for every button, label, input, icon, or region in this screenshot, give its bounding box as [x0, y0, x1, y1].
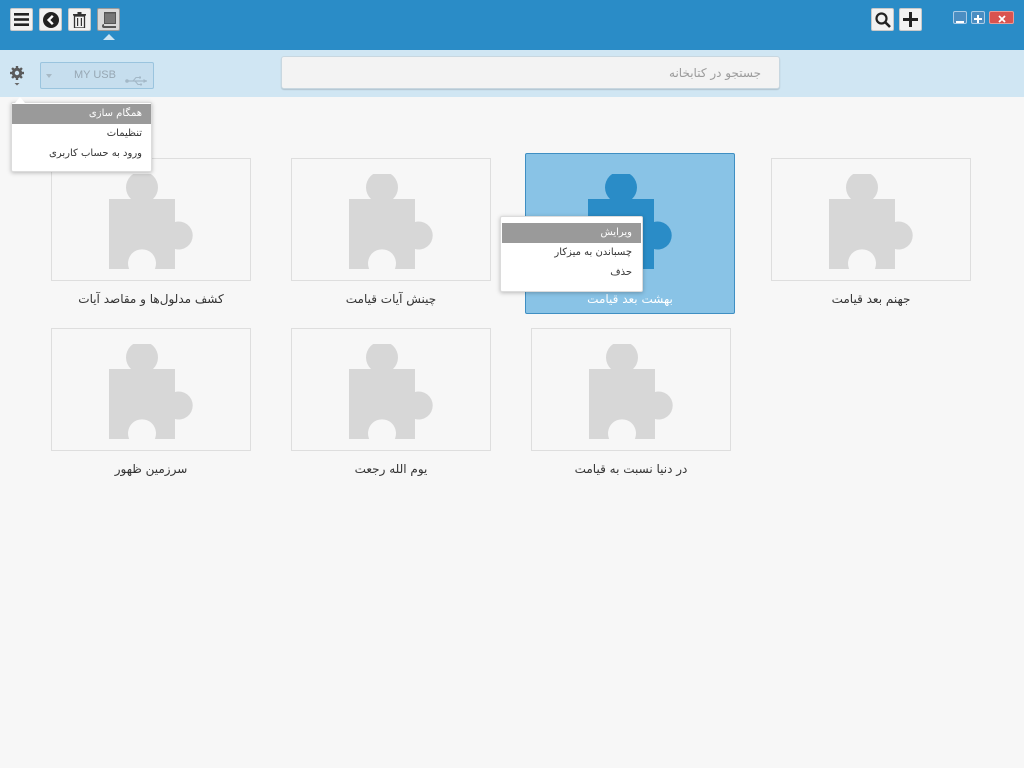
puzzle-icon [829, 174, 913, 269]
close-button[interactable] [989, 11, 1014, 24]
book-title[interactable]: یوم الله رجعت [286, 462, 496, 476]
book-tile[interactable] [51, 328, 251, 451]
settings-button[interactable] [10, 66, 24, 86]
book-tile[interactable] [771, 158, 971, 281]
menu-icon [14, 13, 29, 26]
context-item-pin-to-desktop[interactable]: چسباندن به میزکار [502, 243, 641, 263]
search-input[interactable]: جستجو در کتابخانه [281, 56, 780, 89]
chevron-down-icon [46, 74, 52, 78]
plus-icon [903, 12, 918, 27]
context-item-edit[interactable]: ویرایش [502, 223, 641, 243]
device-select[interactable]: MY USB [40, 62, 154, 89]
maximize-icon [974, 8, 982, 27]
usb-icon [125, 71, 149, 90]
context-menu: ویرایش چسباندن به میزکار حذف [500, 216, 643, 292]
menu-item-login[interactable]: ورود به حساب کاربری [12, 144, 151, 164]
add-button[interactable] [899, 8, 922, 31]
back-icon [42, 11, 59, 28]
library-button[interactable] [97, 8, 120, 40]
puzzle-icon [349, 344, 433, 439]
search-button[interactable] [871, 8, 894, 31]
book-tile[interactable] [291, 328, 491, 451]
trash-icon [73, 11, 86, 28]
menu-item-sync[interactable]: همگام سازی [12, 104, 151, 124]
search-icon [874, 11, 891, 28]
book-title[interactable]: بهشت بعد قیامت [525, 292, 735, 306]
delete-button[interactable] [68, 8, 91, 31]
minimize-icon [956, 8, 964, 27]
gear-icon [10, 66, 24, 90]
book-tile[interactable] [51, 158, 251, 281]
book-title[interactable]: جهنم بعد قیامت [766, 292, 976, 306]
settings-menu: همگام سازی تنظیمات ورود به حساب کاربری [11, 97, 152, 172]
book-title[interactable]: سرزمین ظهور [46, 462, 256, 476]
puzzle-icon [109, 174, 193, 269]
book-title[interactable]: چینش آیات قیامت [286, 292, 496, 306]
book-title[interactable]: کشف مدلول‌ها و مقاصد آیات [46, 292, 256, 306]
maximize-button[interactable] [971, 11, 985, 24]
menu-item-settings[interactable]: تنظیمات [12, 124, 151, 144]
book-title[interactable]: در دنیا نسبت به قیامت [526, 462, 736, 476]
menu-button[interactable] [10, 8, 33, 31]
book-tile[interactable] [531, 328, 731, 451]
back-button[interactable] [39, 8, 62, 31]
puzzle-icon [109, 344, 193, 439]
puzzle-icon [349, 174, 433, 269]
close-icon [997, 8, 1006, 27]
book-tile[interactable] [291, 158, 491, 281]
book-icon [101, 11, 116, 28]
minimize-button[interactable] [953, 11, 967, 24]
puzzle-icon [589, 344, 673, 439]
search-placeholder: جستجو در کتابخانه [669, 66, 761, 80]
device-label: MY USB [74, 69, 116, 81]
context-item-delete[interactable]: حذف [502, 263, 641, 283]
